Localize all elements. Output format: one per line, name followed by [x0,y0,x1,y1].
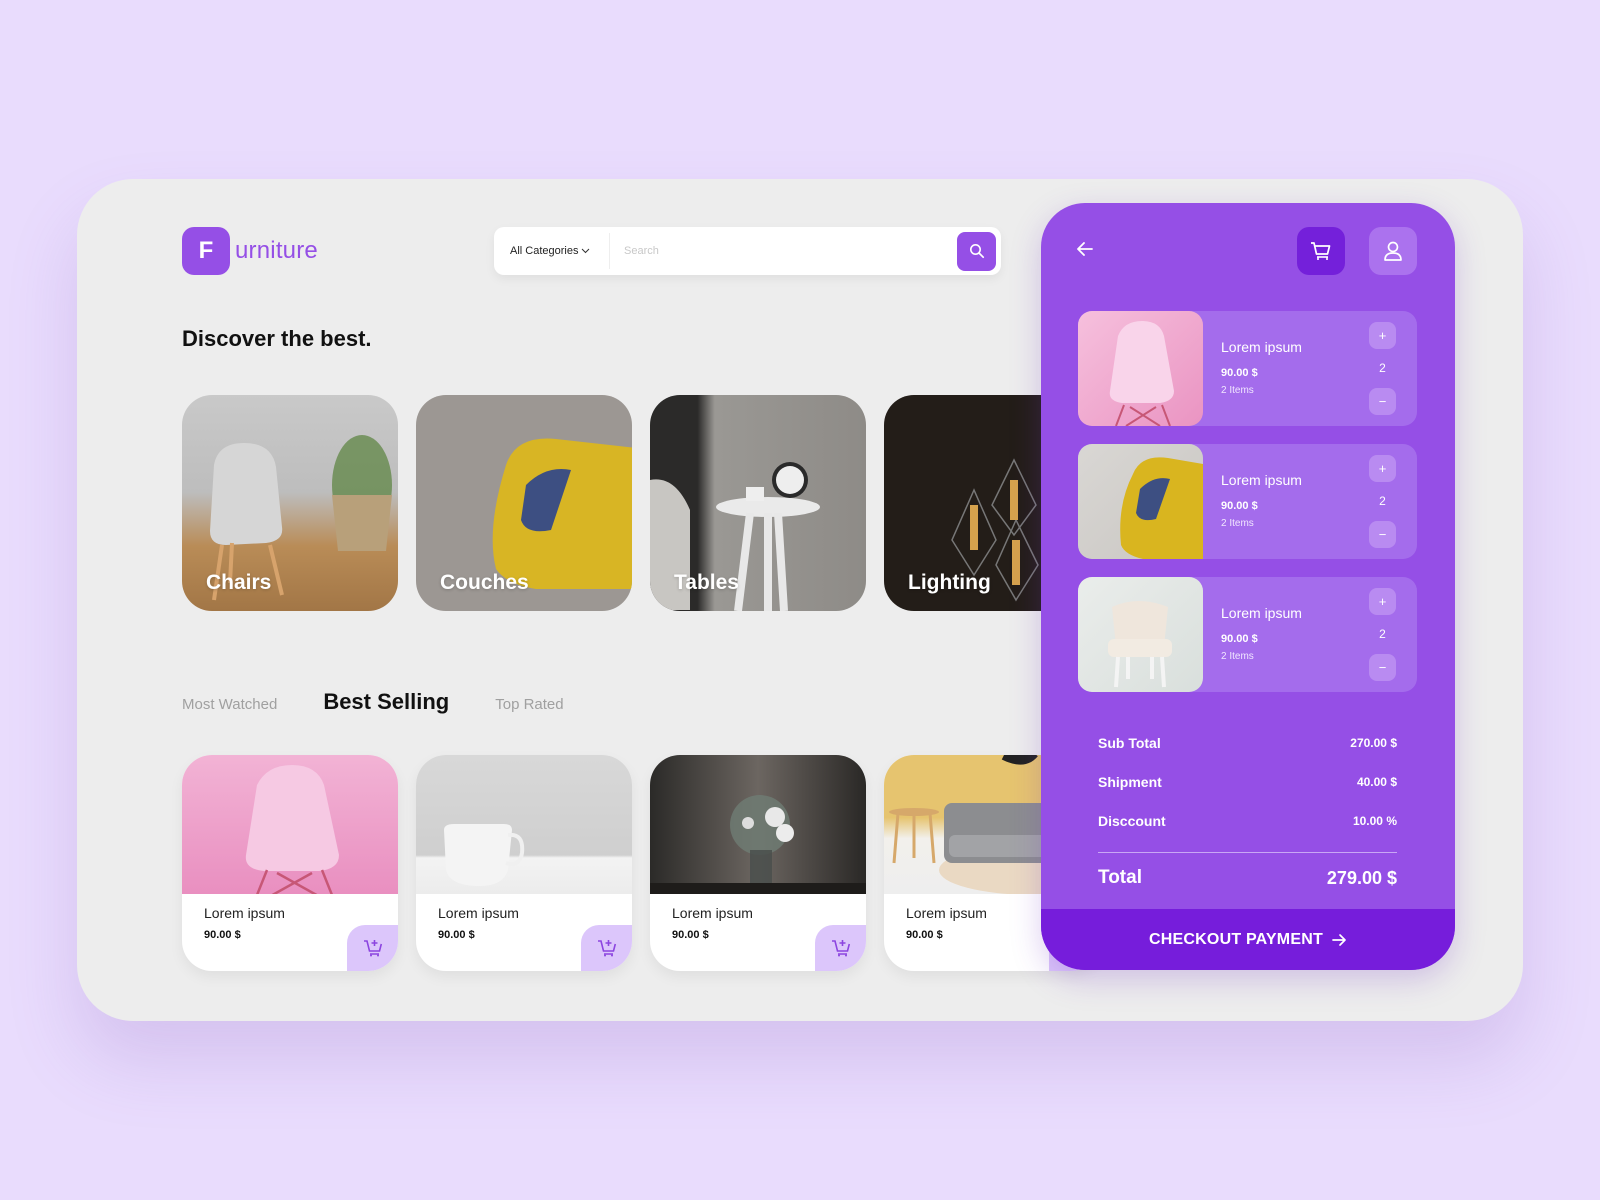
tab-most-watched[interactable]: Most Watched [182,696,277,713]
total-label: Total [1098,867,1142,888]
user-icon [1384,241,1402,261]
arrow-left-icon [1077,242,1093,256]
decrease-quantity-button[interactable]: − [1369,654,1396,681]
add-to-cart-button[interactable] [347,925,398,971]
total-row: Total 279.00 $ [1098,867,1397,889]
category-list: Chairs Couches Tables Lighting [182,395,1100,611]
category-label: Lighting [908,571,991,594]
cart-item-price: 90.00 $ [1221,633,1258,645]
checkout-payment-button[interactable]: CHECKOUT PAYMENT [1041,909,1455,970]
pink-chair-photo [245,765,339,901]
cart-icon [1311,242,1331,260]
add-to-cart-button[interactable] [815,925,866,971]
mug-photo [444,824,525,886]
shipment-row: Shipment 40.00 $ [1098,762,1397,801]
product-name: Lorem ipsum [906,905,987,921]
product-card[interactable]: Lorem ipsum 90.00 $ [182,755,398,971]
logo[interactable]: F urniture [182,227,318,275]
tab-best-selling[interactable]: Best Selling [323,689,449,715]
cart-item-name: Lorem ipsum [1221,605,1302,621]
quantity-value: 2 [1379,494,1386,508]
product-list: Lorem ipsum 90.00 $ Lorem ipsum 90.00 $ … [182,755,1100,971]
product-name: Lorem ipsum [672,905,753,921]
product-image [416,755,632,894]
cart-plus-icon [363,940,382,957]
cart-item-name: Lorem ipsum [1221,339,1302,355]
order-summary: Sub Total 270.00 $ Shipment 40.00 $ Disc… [1098,723,1397,889]
search-input[interactable] [610,245,957,257]
product-card[interactable]: Lorem ipsum 90.00 $ [650,755,866,971]
pink-chair-photo [1109,321,1174,427]
category-dropdown[interactable]: All Categories [494,233,610,269]
checkout-label: CHECKOUT PAYMENT [1149,930,1323,948]
category-dropdown-label: All Categories [510,245,579,257]
shipment-value: 40.00 $ [1356,774,1397,789]
cart-item-count: 2 Items [1221,385,1254,396]
product-price: 90.00 $ [906,929,943,941]
cart-item-price: 90.00 $ [1221,367,1258,379]
cart-item: Lorem ipsum 90.00 $ 2 Items + 2 − [1078,577,1417,692]
product-tabs: Most Watched Best Selling Top Rated [182,689,564,715]
product-price: 90.00 $ [204,929,241,941]
shipment-label: Shipment [1098,773,1162,790]
cart-item-image [1078,311,1203,427]
cart-item-list: Lorem ipsum 90.00 $ 2 Items + 2 − Lorem … [1078,311,1417,710]
couch-photo [1120,457,1203,559]
quantity-value: 2 [1379,627,1386,641]
category-card-tables[interactable]: Tables [650,395,866,611]
increase-quantity-button[interactable]: + [1369,588,1396,615]
product-price: 90.00 $ [438,929,475,941]
category-label: Couches [440,571,529,594]
quantity-value: 2 [1379,361,1386,375]
product-name: Lorem ipsum [204,905,285,921]
decrease-quantity-button[interactable]: − [1369,521,1396,548]
search-icon [969,244,984,259]
cart-button[interactable] [1297,227,1345,275]
decrease-quantity-button[interactable]: − [1369,388,1396,415]
cart-item-price: 90.00 $ [1221,500,1258,512]
cart-item-name: Lorem ipsum [1221,472,1302,488]
summary-divider [1098,852,1397,853]
product-card[interactable]: Lorem ipsum 90.00 $ [416,755,632,971]
tab-top-rated[interactable]: Top Rated [495,696,563,713]
back-button[interactable] [1075,239,1095,264]
increase-quantity-button[interactable]: + [1369,322,1396,349]
search-bar: All Categories [494,227,1001,275]
product-name: Lorem ipsum [438,905,519,921]
user-profile-button[interactable] [1369,227,1417,275]
discount-value: 10.00 % [1352,813,1397,828]
cart-item-count: 2 Items [1221,651,1254,662]
subtotal-value: 270.00 $ [1350,735,1397,750]
category-label: Tables [674,571,739,594]
search-button[interactable] [957,231,996,271]
product-image [182,755,398,901]
logo-text: urniture [235,237,318,264]
total-value: 279.00 $ [1326,867,1397,888]
cart-item-image [1078,444,1203,559]
cart-item: Lorem ipsum 90.00 $ 2 Items + 2 − [1078,311,1417,427]
page-heading: Discover the best. [182,326,372,351]
product-image [650,755,866,894]
increase-quantity-button[interactable]: + [1369,455,1396,482]
discount-row: Disccount 10.00 % [1098,801,1397,840]
cart-item-image [1078,577,1203,692]
category-card-couches[interactable]: Couches [416,395,632,611]
discount-label: Disccount [1098,812,1166,829]
cart-plus-icon [831,940,850,957]
cart-plus-icon [597,940,616,957]
arrow-right-icon [1332,933,1346,946]
cart-item-count: 2 Items [1221,518,1254,529]
logo-mark: F [182,227,230,275]
cart-item: Lorem ipsum 90.00 $ 2 Items + 2 − [1078,444,1417,559]
category-card-chairs[interactable]: Chairs [182,395,398,611]
subtotal-row: Sub Total 270.00 $ [1098,723,1397,762]
category-label: Chairs [206,571,272,594]
product-price: 90.00 $ [672,929,709,941]
subtotal-label: Sub Total [1098,734,1161,751]
armchair-photo [1108,601,1172,688]
add-to-cart-button[interactable] [581,925,632,971]
cart-panel: Lorem ipsum 90.00 $ 2 Items + 2 − Lorem … [1041,203,1455,970]
chevron-down-icon [582,248,590,254]
flowers-photo [650,795,866,894]
